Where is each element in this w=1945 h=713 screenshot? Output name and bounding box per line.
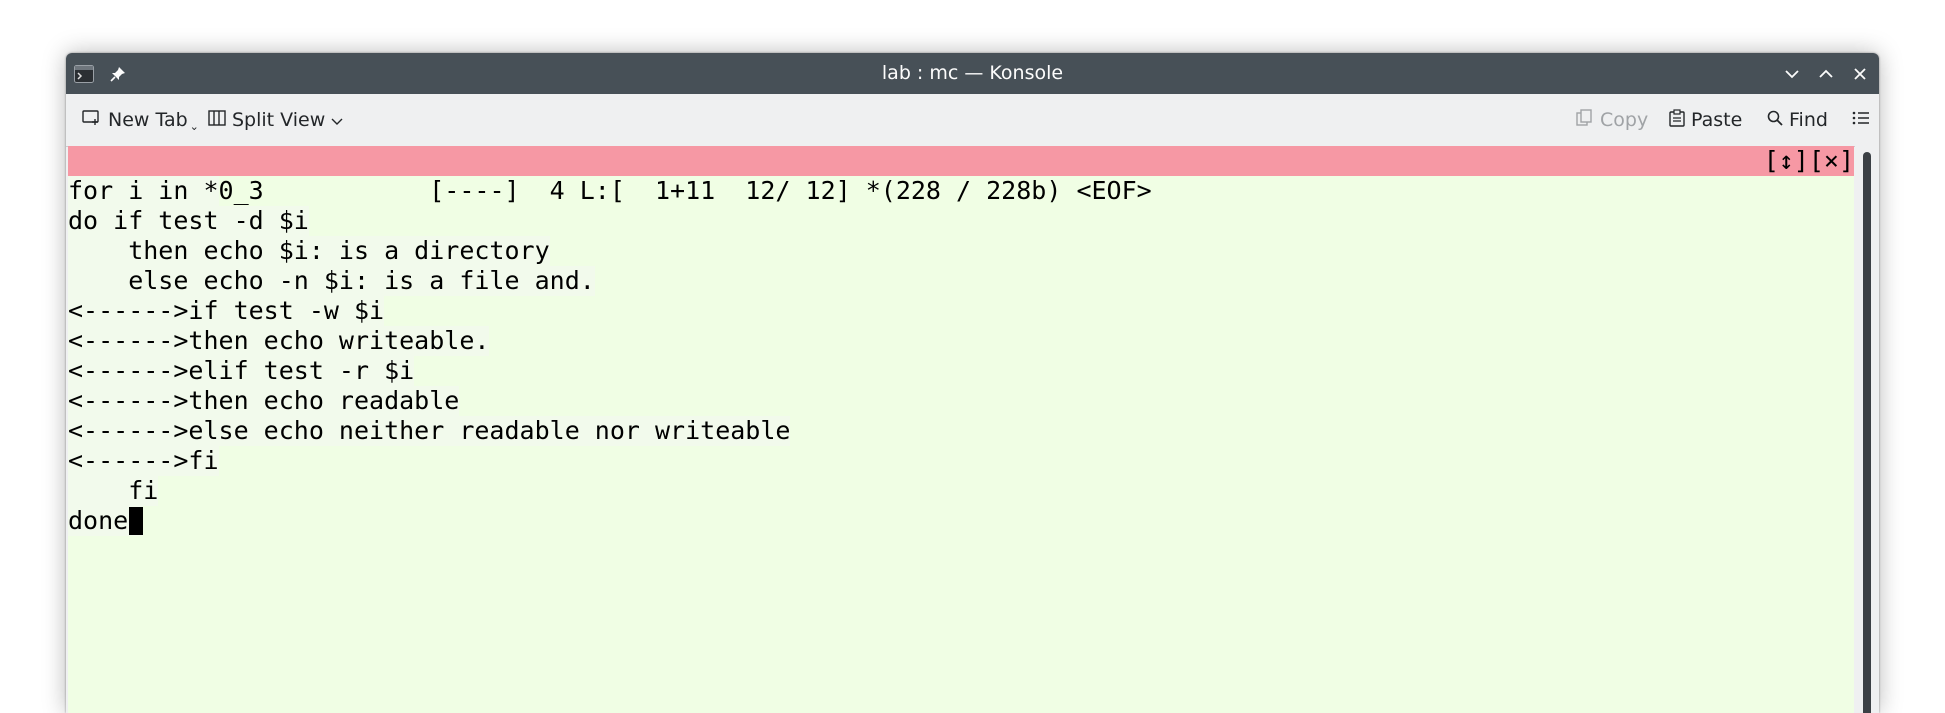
copy-icon <box>1576 108 1594 132</box>
find-label: Find <box>1789 109 1828 131</box>
mcedit-status-bar: lab10_3 [----] 4 L:[ 1+11 12/ 12] *(228 … <box>68 146 1854 205</box>
terminal-area[interactable]: lab10_3 [----] 4 L:[ 1+11 12/ 12] *(228 … <box>68 146 1854 713</box>
paste-button[interactable]: Paste <box>1669 94 1742 146</box>
scrollbar-thumb[interactable] <box>1863 152 1871 713</box>
maximize-icon[interactable] <box>1815 63 1837 85</box>
toolbar: New Tab ⌄ Split View Copy Paste Find <box>66 94 1879 147</box>
split-view-icon <box>208 109 226 131</box>
window-title: lab : mc — Konsole <box>881 62 1064 84</box>
hamburger-menu-button[interactable] <box>1852 94 1870 146</box>
code-line: <------>elif test -r $i <box>68 356 415 386</box>
copy-label: Copy <box>1600 109 1649 131</box>
code-line: then echo $i: is a directory <box>68 236 550 266</box>
code-line: <------>else echo neither readable nor w… <box>68 416 791 446</box>
code-line-text: done <box>68 506 129 535</box>
search-icon <box>1767 109 1783 131</box>
paste-icon <box>1669 108 1685 132</box>
find-button[interactable]: Find <box>1767 94 1828 146</box>
paste-label: Paste <box>1691 109 1743 131</box>
chevron-down-small-icon: ⌄ <box>189 119 199 133</box>
code-line: done <box>68 506 144 536</box>
minimize-icon[interactable] <box>1781 63 1803 85</box>
code-line: <------>if test -w $i <box>68 296 385 326</box>
code-line: <------>fi <box>68 446 219 476</box>
code-line-text: else echo -n $i: is a file and. <box>68 266 595 295</box>
code-line: do if test -d $i <box>68 206 309 236</box>
new-tab-button[interactable]: New Tab ⌄ <box>82 94 199 146</box>
code-line-text: <------>fi <box>68 446 219 475</box>
code-line: else echo -n $i: is a file and. <box>68 266 595 296</box>
hamburger-menu-icon <box>1852 109 1870 131</box>
code-line-text: <------>then echo readable <box>68 386 460 415</box>
code-line-text: <------>elif test -r $i <box>68 356 415 385</box>
konsole-window: lab : mc — Konsole New Tab ⌄ Split View <box>66 53 1879 713</box>
code-line: for i in * <box>68 176 219 206</box>
code-line: <------>then echo writeable. <box>68 326 490 356</box>
chevron-down-icon <box>331 109 343 131</box>
close-icon[interactable] <box>1849 63 1871 85</box>
code-line-text: <------>then echo writeable. <box>68 326 490 355</box>
status-text: lab10_3 [----] 4 L:[ 1+11 12/ 12] *(228 … <box>158 176 1152 205</box>
new-tab-icon <box>82 109 102 131</box>
scrollbar[interactable] <box>1855 146 1879 713</box>
text-cursor <box>129 507 144 535</box>
split-view-label: Split View <box>232 109 326 131</box>
code-line: fi <box>68 476 159 506</box>
status-controls[interactable]: [↕][×] <box>1764 146 1854 176</box>
code-line: <------>then echo readable <box>68 386 460 416</box>
code-line-text: <------>else echo neither readable nor w… <box>68 416 791 445</box>
new-tab-label: New Tab <box>108 109 188 131</box>
title-bar[interactable]: lab : mc — Konsole <box>66 53 1879 94</box>
code-line-text: fi <box>68 476 159 505</box>
code-line-text: for i in * <box>68 176 219 205</box>
code-line-text: do if test -d $i <box>68 206 309 235</box>
split-view-button[interactable]: Split View <box>208 94 343 146</box>
code-line-text: <------>if test -w $i <box>68 296 385 325</box>
copy-button[interactable]: Copy <box>1576 94 1648 146</box>
code-line-text: then echo $i: is a directory <box>68 236 550 265</box>
